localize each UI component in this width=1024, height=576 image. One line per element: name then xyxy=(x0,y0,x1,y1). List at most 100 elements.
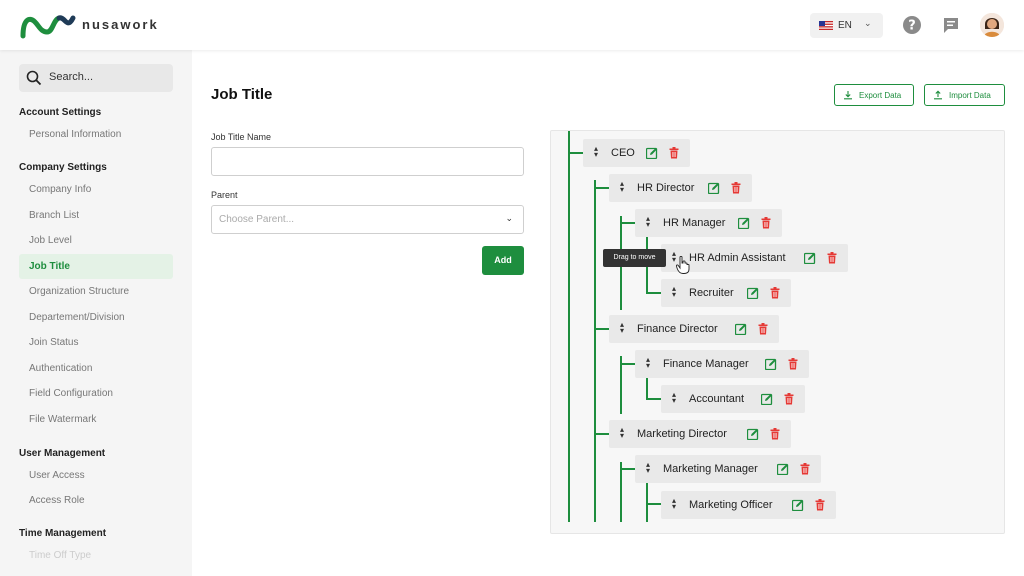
nusawork-logo[interactable] xyxy=(19,12,79,40)
parent-select[interactable]: Choose Parent... ⌄ xyxy=(211,205,524,234)
tree-connector xyxy=(646,398,661,400)
user-avatar[interactable] xyxy=(980,13,1004,37)
tree-connector xyxy=(594,187,609,189)
delete-icon[interactable] xyxy=(826,252,838,264)
tree-node-accountant[interactable]: ▴ ▾ Accountant xyxy=(661,385,805,413)
drag-handle-icon[interactable]: ▴ ▾ xyxy=(644,461,652,475)
section-time-management: Time Management xyxy=(19,528,107,539)
sidebar-item-access-role[interactable]: Access Role xyxy=(19,488,173,513)
tree-node-hr-director[interactable]: ▴ ▾ HR Director xyxy=(609,174,752,202)
tree-node-marketing-manager[interactable]: ▴ ▾ Marketing Manager xyxy=(635,455,821,483)
delete-icon[interactable] xyxy=(769,287,781,299)
sidebar-item-field-configuration[interactable]: Field Configuration xyxy=(19,381,173,406)
hand-cursor-icon xyxy=(676,256,690,274)
tree-node-label: CEO xyxy=(611,147,635,159)
drag-handle-icon[interactable]: ▴ ▾ xyxy=(644,215,652,229)
drag-handle-icon[interactable]: ▴ ▾ xyxy=(644,356,652,370)
tree-connector xyxy=(646,482,648,522)
tree-node-label: Marketing Officer xyxy=(689,499,773,511)
edit-icon[interactable] xyxy=(804,252,816,264)
sidebar-search[interactable]: Search... xyxy=(19,64,173,92)
drag-handle-icon[interactable]: ▴ ▾ xyxy=(592,145,600,159)
sidebar-item-branch-list[interactable]: Branch List xyxy=(19,203,173,228)
language-selector[interactable]: EN ⌄ xyxy=(810,13,883,38)
drag-handle-icon[interactable]: ▴ ▾ xyxy=(618,321,626,335)
tree-node-label: Accountant xyxy=(689,393,745,405)
tree-node-label: Finance Manager xyxy=(663,358,749,370)
section-user-management: User Management xyxy=(19,448,106,459)
drag-handle-icon[interactable]: ▴ ▾ xyxy=(670,285,678,299)
delete-icon[interactable] xyxy=(783,393,795,405)
drag-handle-icon[interactable]: ▴ ▾ xyxy=(618,180,626,194)
sidebar: Search... Account Settings Personal Info… xyxy=(0,50,192,576)
sidebar-item-user-access[interactable]: User Access xyxy=(19,463,173,488)
edit-icon[interactable] xyxy=(792,499,804,511)
edit-icon[interactable] xyxy=(765,358,777,370)
chat-icon[interactable] xyxy=(941,15,961,35)
edit-icon[interactable] xyxy=(747,428,759,440)
sidebar-item-departement-division[interactable]: Departement/Division xyxy=(19,305,173,330)
delete-icon[interactable] xyxy=(757,323,769,335)
tree-node-ceo[interactable]: ▴ ▾ CEO xyxy=(583,139,690,167)
us-flag-icon xyxy=(819,21,833,30)
tree-connector xyxy=(594,180,596,522)
tree-node-label: HR Manager xyxy=(663,217,726,229)
drag-handle-icon[interactable]: ▴ ▾ xyxy=(618,426,626,440)
search-placeholder: Search... xyxy=(49,71,94,83)
page-title: Job Title xyxy=(211,86,273,103)
sidebar-item-organization-structure[interactable]: Organization Structure xyxy=(19,279,173,304)
sidebar-item-job-title[interactable]: Job Title xyxy=(19,254,173,279)
tree-connector xyxy=(594,328,609,330)
sidebar-item-join-status[interactable]: Join Status xyxy=(19,330,173,355)
add-button[interactable]: Add xyxy=(482,246,524,275)
import-data-button[interactable]: Import Data xyxy=(924,84,1005,106)
tree-node-finance-manager[interactable]: ▴ ▾ Finance Manager xyxy=(635,350,809,378)
edit-icon[interactable] xyxy=(735,323,747,335)
export-data-button[interactable]: Export Data xyxy=(834,84,914,106)
edit-icon[interactable] xyxy=(747,287,759,299)
delete-icon[interactable] xyxy=(787,358,799,370)
top-header: nusawork EN ⌄ ? xyxy=(0,0,1024,50)
parent-label: Parent xyxy=(211,190,238,200)
tree-node-marketing-director[interactable]: ▴ ▾ Marketing Director xyxy=(609,420,791,448)
delete-icon[interactable] xyxy=(769,428,781,440)
edit-icon[interactable] xyxy=(761,393,773,405)
sidebar-item-company-info[interactable]: Company Info xyxy=(19,177,173,202)
tree-node-recruiter[interactable]: ▴ ▾ Recruiter xyxy=(661,279,791,307)
svg-text:?: ? xyxy=(908,19,916,34)
tree-node-finance-director[interactable]: ▴ ▾ Finance Director xyxy=(609,315,779,343)
tree-connector xyxy=(646,292,661,294)
edit-icon[interactable] xyxy=(777,463,789,475)
section-company-settings: Company Settings xyxy=(19,162,107,173)
brand-name: nusawork xyxy=(82,17,159,32)
tree-node-hr-manager[interactable]: ▴ ▾ HR Manager xyxy=(635,209,782,237)
tree-node-label: HR Director xyxy=(637,182,695,194)
delete-icon[interactable] xyxy=(814,499,826,511)
tree-connector xyxy=(620,462,622,522)
export-data-label: Export Data xyxy=(859,91,902,100)
edit-icon[interactable] xyxy=(738,217,750,229)
delete-icon[interactable] xyxy=(668,147,680,159)
delete-icon[interactable] xyxy=(730,182,742,194)
job-title-tree: ▴ ▾ CEO ▴ ▾ HR Director ▴ ▾ HR Manager ▴ ▾ H… xyxy=(550,130,1005,534)
drag-tooltip: Drag to move xyxy=(603,249,666,267)
job-title-name-input[interactable] xyxy=(211,147,524,176)
tree-node-label: Finance Director xyxy=(637,323,718,335)
tree-connector xyxy=(568,131,570,522)
sidebar-item-job-level[interactable]: Job Level xyxy=(19,228,173,253)
parent-placeholder: Choose Parent... xyxy=(219,214,295,225)
tree-connector xyxy=(646,376,648,399)
edit-icon[interactable] xyxy=(708,182,720,194)
drag-handle-icon[interactable]: ▴ ▾ xyxy=(670,497,678,511)
delete-icon[interactable] xyxy=(760,217,772,229)
help-icon[interactable]: ? xyxy=(902,15,922,35)
tree-node-marketing-officer[interactable]: ▴ ▾ Marketing Officer xyxy=(661,491,836,519)
sidebar-item-time-off-type[interactable]: Time Off Type xyxy=(19,548,173,560)
delete-icon[interactable] xyxy=(799,463,811,475)
edit-icon[interactable] xyxy=(646,147,658,159)
tree-connector xyxy=(568,152,583,154)
sidebar-item-personal-information[interactable]: Personal Information xyxy=(19,122,173,147)
drag-handle-icon[interactable]: ▴ ▾ xyxy=(670,391,678,405)
sidebar-item-file-watermark[interactable]: File Watermark xyxy=(19,407,173,432)
sidebar-item-authentication[interactable]: Authentication xyxy=(19,356,173,381)
